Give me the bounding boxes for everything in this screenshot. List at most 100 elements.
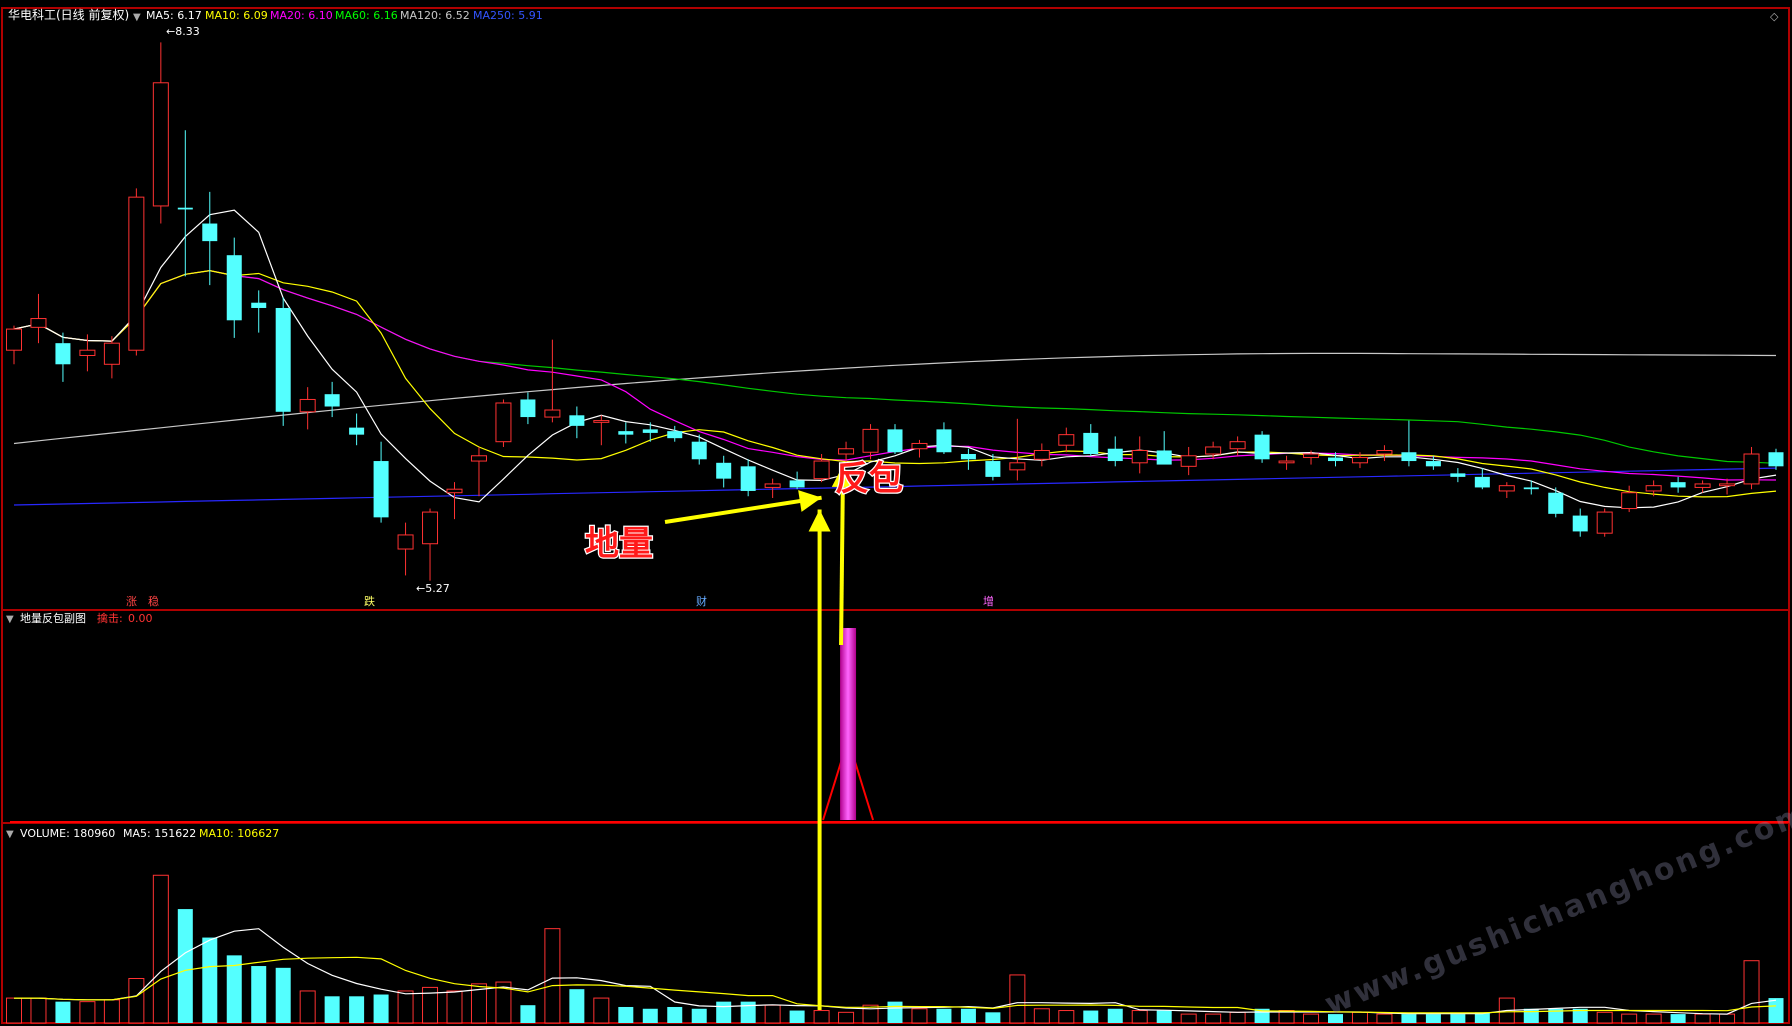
candle	[446, 482, 463, 520]
candle	[1450, 468, 1466, 483]
candle-body	[1670, 482, 1686, 488]
svg-text:←5.27: ←5.27	[416, 582, 450, 595]
candle-body	[30, 318, 47, 328]
candle	[6, 325, 22, 365]
volume-bar	[1058, 1010, 1075, 1024]
candle	[1743, 446, 1760, 490]
arrow-diliang-shaft	[664, 495, 822, 524]
annotation-arrows	[664, 465, 854, 1010]
volume-ma5-label: MA5: 151622	[123, 827, 196, 840]
high-price-label: 8.33	[175, 25, 200, 38]
volume-bar	[789, 1010, 805, 1023]
candle-body	[789, 480, 805, 488]
volume-bar	[1719, 1013, 1736, 1024]
candle	[251, 290, 267, 333]
candle-body	[1107, 448, 1123, 462]
volume-bar	[128, 978, 145, 1024]
candle	[569, 406, 585, 439]
indicator-field-value: 0.00	[128, 612, 153, 625]
volume-bar	[1401, 1014, 1417, 1023]
candle-body	[275, 307, 291, 412]
candle-body	[1278, 460, 1295, 464]
candle-body	[520, 399, 536, 418]
volume-bar	[251, 966, 267, 1023]
candle-body	[1131, 449, 1148, 464]
volume-bar	[1621, 1013, 1638, 1024]
candle-body	[349, 427, 365, 435]
volume-bar	[373, 994, 389, 1023]
candle-body	[1719, 483, 1736, 487]
candle	[1180, 446, 1197, 476]
candle-body	[1229, 441, 1246, 450]
volume-bar	[593, 997, 610, 1024]
candle	[1009, 418, 1026, 481]
candle-body	[1694, 483, 1711, 488]
candle-body	[544, 409, 561, 418]
candle-body	[1743, 453, 1760, 485]
volume-bar	[862, 1004, 879, 1024]
candle	[177, 130, 193, 277]
volume-bar	[838, 1011, 855, 1024]
volume-bar	[275, 967, 291, 1023]
diamond-icon[interactable]: ◇	[1770, 10, 1779, 23]
volume-bar	[544, 928, 561, 1024]
candle	[1058, 427, 1075, 453]
candle-body	[152, 82, 169, 207]
volume-bar	[813, 1010, 830, 1024]
event-marker-die[interactable]: 跌	[364, 594, 375, 608]
candle	[226, 237, 242, 338]
volume-bar	[1450, 1014, 1466, 1023]
candle	[1376, 445, 1393, 462]
stock-name[interactable]: 华电科工(日线 前复权)	[8, 7, 129, 22]
candle-body	[1058, 434, 1075, 446]
event-marker-wen[interactable]: 稳	[148, 594, 159, 608]
low-price-label: 5.27	[425, 582, 450, 595]
svg-text:←8.33: ←8.33	[166, 25, 200, 38]
volume-bar	[202, 937, 218, 1023]
volume-bar	[569, 989, 585, 1023]
volume-collapse-icon[interactable]: ▼	[6, 829, 14, 840]
candle-body	[251, 302, 267, 308]
candle-body	[569, 415, 585, 426]
candle-body	[1596, 511, 1613, 534]
ma250-label: MA250: 5.91	[473, 9, 543, 22]
candle-body	[813, 460, 830, 480]
volume-bar	[103, 999, 120, 1024]
candle-body	[1474, 476, 1490, 488]
volume-bar	[55, 1001, 71, 1023]
candle-body	[593, 420, 610, 423]
collapse-triangle-icon[interactable]: ▼	[133, 12, 141, 23]
volume-bar	[1229, 1011, 1246, 1024]
kline-chart[interactable]: 华电科工(日线 前复权) ▼ MA5: 6.17 MA10: 6.09 MA20…	[0, 0, 1792, 1026]
volume-bar	[299, 990, 316, 1024]
candle-body	[103, 342, 120, 365]
annotation-fanbao: 反包	[835, 459, 903, 499]
volume-bar	[446, 990, 463, 1024]
indicator-collapse-icon[interactable]: ▼	[6, 614, 14, 625]
arrow-volume-up	[808, 509, 831, 1010]
candle-body	[1033, 449, 1050, 460]
indicator-title[interactable]: 地量反包副图	[20, 612, 86, 625]
candle-body	[1205, 446, 1222, 455]
candle-body	[642, 429, 658, 433]
candle-body	[1303, 453, 1320, 459]
volume-bar	[177, 909, 193, 1023]
event-marker-zhang[interactable]: 涨	[126, 595, 137, 608]
volume-bar	[667, 1006, 683, 1023]
volume-bar	[887, 1001, 903, 1023]
low-arrow-icon: ←	[416, 582, 425, 595]
candle-body	[1450, 473, 1466, 477]
candle	[740, 459, 756, 497]
candle-body	[960, 454, 976, 460]
candle	[1107, 436, 1123, 467]
event-marker-cai[interactable]: 财	[696, 594, 707, 608]
volume-header: ▼ VOLUME: 180960 MA5: 151622 MA10: 10662…	[6, 827, 279, 840]
event-marker-zeng[interactable]: 增	[983, 594, 994, 608]
candle	[1670, 476, 1686, 493]
volume-bar	[716, 1001, 732, 1023]
candle	[1474, 468, 1490, 490]
volume-bar	[520, 1005, 536, 1023]
candle-body	[691, 441, 707, 460]
candle	[495, 399, 512, 447]
volume-bar	[152, 874, 169, 1024]
